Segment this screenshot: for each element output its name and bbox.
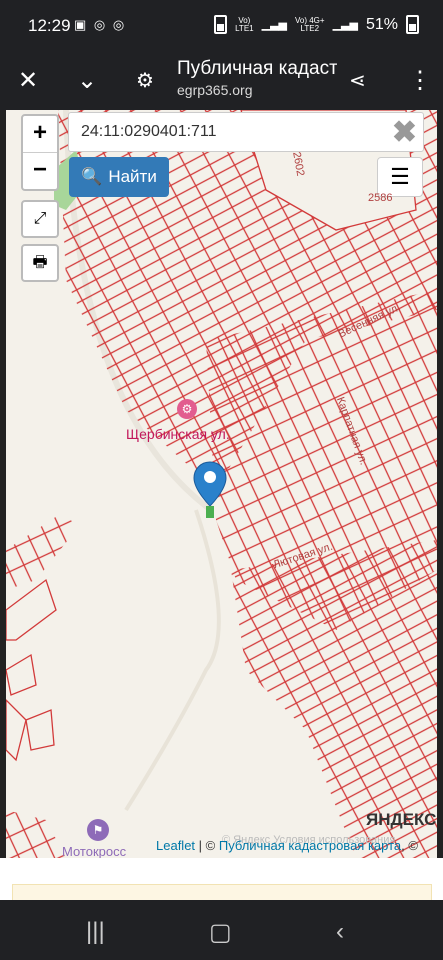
notification-icons: ▣ ◎ ◎ [74,17,127,32]
page-below-map [0,858,443,906]
attribution-separator: | © [195,838,219,853]
attribution-end: , © [401,838,418,853]
signal1-icon: ▁▃▅ [261,19,287,31]
zoom-out-button[interactable]: − [23,152,57,189]
more-vert-icon[interactable]: ⋮ [408,66,432,95]
page-title: Публичная кадастровая карта [177,58,337,79]
page-url: egrp365.org [177,82,253,98]
fullscreen-icon: ⤢ [33,210,47,227]
location-marker-icon[interactable] [192,460,228,520]
map-view[interactable]: + − ⤢ 🖶 ✖ 🔍 Найти ☰ Щербинская ул. 2602 … [6,110,437,858]
map-label-2586: 2586 [368,192,393,204]
map-label-shcherbinskaya: Щербинская ул. [126,426,230,442]
battery-saver-icon [214,15,228,34]
signal2-icon: ▁▃▅ [332,19,358,31]
home-icon[interactable]: ▢ [209,918,232,947]
print-button[interactable]: 🖶 [21,244,59,282]
recent-apps-icon[interactable]: ||| [86,918,105,946]
status-bar: 12:29 ▣ ◎ ◎ Vo) LTE1 ▁▃▅ Vo) 4G+ LTE2 ▁▃▅ … [0,0,443,50]
battery-icon [406,15,419,34]
map-attribution: Leaflet | © Публичная кадастровая карта,… [156,838,418,853]
search-icon: 🔍 [81,167,103,186]
battery-percent: 51% [365,15,398,33]
find-label: Найти [108,167,157,186]
zoom-control: + − [21,114,59,191]
status-time: 12:29 [28,16,71,35]
net2-icon: Vo) 4G+ LTE2 [295,15,325,33]
leaflet-link[interactable]: Leaflet [156,838,195,853]
close-icon[interactable]: ✕ [18,66,38,95]
zoom-in-button[interactable]: + [23,116,57,152]
layers-menu-button[interactable]: ☰ [377,157,423,197]
chevron-down-icon[interactable]: ⌄ [77,66,97,95]
find-button[interactable]: 🔍 Найти [69,157,169,197]
yandex-logo: ЯНДЕКС [366,810,437,829]
back-icon[interactable]: ‹ [336,918,344,946]
status-right: Vo) LTE1 ▁▃▅ Vo) 4G+ LTE2 ▁▃▅ 51% [214,15,419,34]
android-nav-bar: ||| ▢ ‹ [0,900,443,960]
clear-search-icon[interactable]: ✖ [392,115,417,150]
svg-text:⚑: ⚑ [93,823,104,837]
net1-icon: Vo) LTE1 [235,15,254,33]
shop-poi-icon: ⚙ [177,399,197,419]
map-label-motocross: Мотокросс [62,844,127,858]
print-icon: 🖶 [32,254,48,271]
menu-icon: ☰ [390,164,410,189]
cadastral-search-box: ✖ [68,112,424,152]
svg-text:⚙: ⚙ [182,402,193,416]
tune-icon[interactable]: ⚙ [136,68,154,93]
motocross-poi-icon: ⚑ [87,819,109,841]
cadastral-map-link[interactable]: Публичная кадастровая карта [219,838,401,853]
browser-app-bar: ✕ ⌄ ⚙ Публичная кадастровая карта egrp36… [0,50,443,110]
search-input[interactable] [79,119,383,145]
fullscreen-button[interactable]: ⤢ [21,200,59,238]
share-icon[interactable]: ⋖ [349,68,366,93]
